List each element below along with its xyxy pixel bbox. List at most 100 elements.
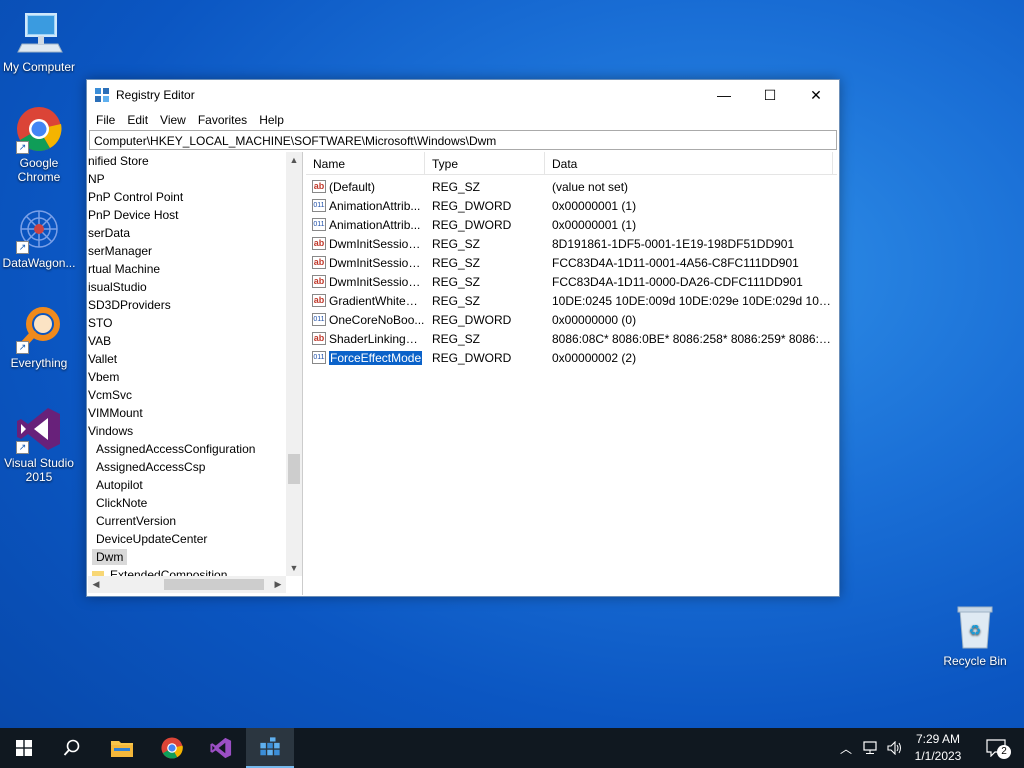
value-row[interactable]: 011 AnimationAttrib... REG_DWORD 0x00000001… xyxy=(306,196,837,215)
value-name-cell: ab (Default) xyxy=(306,180,425,194)
minimize-button[interactable]: — xyxy=(701,80,747,110)
value-row[interactable]: ab GradientWhitePi... REG_SZ 10DE:0245 10DE… xyxy=(306,291,837,310)
value-row[interactable]: 011 AnimationAttrib... REG_DWORD 0x00000001… xyxy=(306,215,837,234)
menu-bar: File Edit View Favorites Help xyxy=(87,110,839,130)
tree-item[interactable]: CurrentVersion xyxy=(88,512,302,530)
tree-item[interactable]: SD3DProviders xyxy=(88,296,302,314)
menu-edit[interactable]: Edit xyxy=(121,110,154,130)
tree-item[interactable]: Vallet xyxy=(88,350,302,368)
taskbar-chrome[interactable] xyxy=(148,728,196,768)
tree-item[interactable]: VcmSvc xyxy=(88,386,302,404)
taskbar-file-explorer[interactable] xyxy=(98,728,146,768)
chrome-icon: ↗ xyxy=(14,104,64,154)
tree-item-selected-label: Dwm xyxy=(92,549,128,565)
value-data: 0x00000000 (0) xyxy=(552,312,637,327)
value-name: DwmInitSession... xyxy=(329,236,425,251)
clock[interactable]: 7:29 AM 1/1/2023 xyxy=(906,732,970,763)
tree-item[interactable]: nified Store xyxy=(88,152,302,170)
everything-search-icon: ↗ xyxy=(14,304,64,354)
binary-value-icon: 011 xyxy=(312,199,326,212)
maximize-button[interactable]: ☐ xyxy=(747,80,793,110)
string-value-icon: ab xyxy=(312,275,326,288)
value-name: DwmInitSession... xyxy=(329,274,425,289)
tree-item[interactable]: Vindows xyxy=(88,422,302,440)
tree-item[interactable]: NP xyxy=(88,170,302,188)
desktop-icon-everything[interactable]: ↗ Everything xyxy=(0,304,78,370)
show-hidden-icons-button[interactable]: ︿ xyxy=(835,728,857,768)
menu-file[interactable]: File xyxy=(90,110,121,130)
value-row[interactable]: ab ShaderLinkingG... REG_SZ 8086:08C* 8086:… xyxy=(306,329,837,348)
notification-count-badge: 2 xyxy=(997,745,1011,759)
scroll-right-arrow-icon[interactable]: ▶ xyxy=(270,576,286,593)
tree-item[interactable]: Vbem xyxy=(88,368,302,386)
values-list-pane[interactable]: Name Type Data ab (Default) REG_SZ (value n… xyxy=(306,152,837,595)
tree-item[interactable]: Autopilot xyxy=(88,476,302,494)
desktop-icon-label: Everything xyxy=(10,356,68,370)
taskbar-registry-editor[interactable] xyxy=(246,728,294,768)
tree-item[interactable]: STO xyxy=(88,314,302,332)
value-name: OneCoreNoBoo... xyxy=(329,312,425,327)
value-name: GradientWhitePi... xyxy=(329,293,425,308)
network-button[interactable] xyxy=(859,728,883,768)
start-button[interactable] xyxy=(0,728,48,768)
desktop-icon-google-chrome[interactable]: ↗ Google Chrome xyxy=(0,104,78,184)
desktop-icon-visual-studio[interactable]: ↗ Visual Studio 2015 xyxy=(0,404,78,484)
scroll-left-arrow-icon[interactable]: ◀ xyxy=(88,576,104,593)
value-row[interactable]: ab DwmInitSession... REG_SZ FCC83D4A-1D11-0… xyxy=(306,253,837,272)
tree-item[interactable]: PnP Control Point xyxy=(88,188,302,206)
tree-item[interactable]: VAB xyxy=(88,332,302,350)
tree-item[interactable]: serData xyxy=(88,224,302,242)
binary-value-icon: 011 xyxy=(312,351,326,364)
tree-horizontal-scrollbar[interactable]: ◀ ▶ xyxy=(88,576,286,593)
value-name: AnimationAttrib... xyxy=(329,217,421,232)
address-bar[interactable]: Computer\HKEY_LOCAL_MACHINE\SOFTWARE\Mic… xyxy=(89,130,837,150)
value-type: REG_SZ xyxy=(432,236,481,251)
scroll-thumb[interactable] xyxy=(164,579,264,590)
value-row[interactable]: ab DwmInitSession... REG_SZ FCC83D4A-1D11-0… xyxy=(306,272,837,291)
value-row[interactable]: ab (Default) REG_SZ (value not set) xyxy=(306,177,837,196)
value-row[interactable]: ab DwmInitSession... REG_SZ 8D191861-1DF5-0… xyxy=(306,234,837,253)
tree-item[interactable]: AssignedAccessConfiguration xyxy=(88,440,302,458)
desktop-icon-my-computer[interactable]: My Computer xyxy=(0,8,78,74)
scroll-up-arrow-icon[interactable]: ▲ xyxy=(286,152,302,168)
tree-item[interactable]: serManager xyxy=(88,242,302,260)
menu-view[interactable]: View xyxy=(154,110,192,130)
value-name-cell: ab GradientWhitePi... xyxy=(306,294,425,308)
title-bar[interactable]: Registry Editor — ☐ ✕ xyxy=(87,80,839,110)
desktop-icon-recycle-bin[interactable]: ♻ Recycle Bin xyxy=(936,602,1014,668)
tree-item[interactable]: PnP Device Host xyxy=(88,206,302,224)
scroll-down-arrow-icon[interactable]: ▼ xyxy=(286,560,302,576)
value-type: REG_SZ xyxy=(432,331,481,346)
menu-help[interactable]: Help xyxy=(253,110,290,130)
tree-item[interactable]: rtual Machine xyxy=(88,260,302,278)
desktop-icon-datawagon[interactable]: ↗ DataWagon... xyxy=(0,204,78,270)
key-tree-pane[interactable]: nified Store NP PnP Control Point PnP Devic… xyxy=(88,152,303,595)
taskbar-visual-studio[interactable] xyxy=(197,728,245,768)
tree-vertical-scrollbar[interactable]: ▲ ▼ xyxy=(286,152,302,576)
tree-item[interactable]: ClickNote xyxy=(88,494,302,512)
tree-item[interactable]: AssignedAccessCsp xyxy=(88,458,302,476)
search-icon xyxy=(63,739,80,756)
close-button[interactable]: ✕ xyxy=(793,80,839,110)
value-type: REG_SZ xyxy=(432,293,481,308)
tree-item[interactable]: Dwm xyxy=(88,548,302,566)
notification-center-button[interactable]: 2 xyxy=(976,728,1016,768)
search-button[interactable] xyxy=(48,728,96,768)
value-row[interactable]: 011 ForceEffectMode REG_DWORD 0x00000002 (2… xyxy=(306,348,837,367)
value-name-cell: ab DwmInitSession... xyxy=(306,256,425,270)
string-value-icon: ab xyxy=(312,180,326,193)
value-row[interactable]: 011 OneCoreNoBoo... REG_DWORD 0x00000000 (0… xyxy=(306,310,837,329)
tree-item[interactable]: DeviceUpdateCenter xyxy=(88,530,302,548)
registry-editor-app-icon xyxy=(260,737,280,756)
tree-item[interactable]: VIMMount xyxy=(88,404,302,422)
scroll-thumb[interactable] xyxy=(288,454,300,484)
menu-favorites[interactable]: Favorites xyxy=(192,110,253,130)
volume-button[interactable] xyxy=(883,728,907,768)
column-header-name[interactable]: Name xyxy=(306,152,425,174)
value-data: 8086:08C* 8086:0BE* 8086:258* 8086:259* … xyxy=(552,331,835,346)
value-name-cell: ab DwmInitSession... xyxy=(306,275,425,289)
tree-item[interactable]: isualStudio xyxy=(88,278,302,296)
value-name-cell: ab DwmInitSession... xyxy=(306,237,425,251)
column-header-type[interactable]: Type xyxy=(425,152,545,174)
column-header-data[interactable]: Data xyxy=(545,152,833,174)
